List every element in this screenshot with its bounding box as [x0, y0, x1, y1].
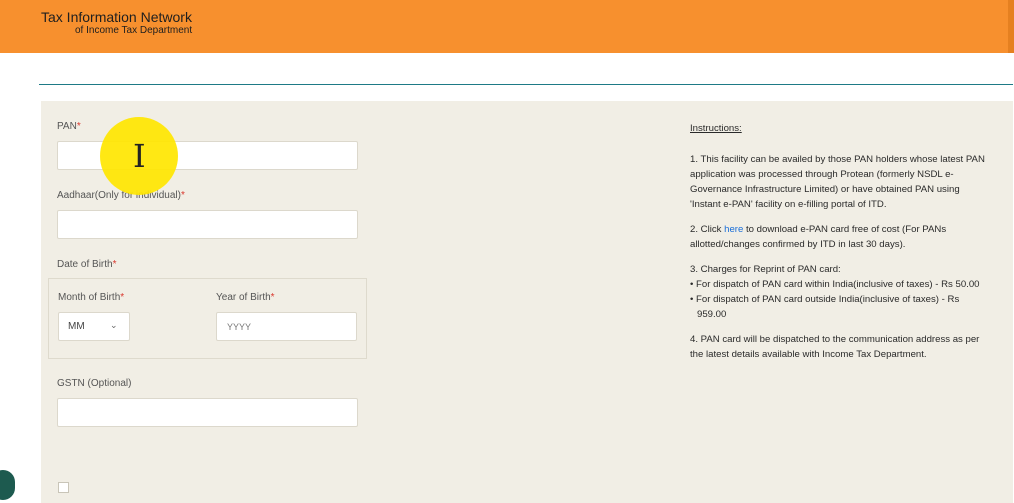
aadhaar-input[interactable]	[57, 210, 358, 239]
consent-checkbox[interactable]	[58, 482, 69, 493]
aadhaar-label-text: Aadhaar(Only for individual)	[57, 190, 181, 201]
year-input[interactable]	[216, 312, 357, 341]
consent-text-cropped	[58, 497, 1008, 503]
brand-title: Tax Information Network	[41, 9, 192, 25]
month-label: Month of Birth*	[58, 292, 124, 303]
instruction-item-2-prefix: 2. Click	[690, 224, 725, 235]
aadhaar-label: Aadhaar(Only for individual)*	[57, 190, 185, 201]
required-asterisk: *	[180, 190, 185, 201]
required-asterisk: *	[76, 121, 81, 132]
instruction-item-3: 3. Charges for Reprint of PAN card: • Fo…	[690, 262, 990, 322]
instruction-item-4: 4. PAN card will be dispatched to the co…	[690, 334, 980, 360]
section-divider	[39, 84, 1013, 85]
header-edge	[1008, 0, 1014, 53]
instruction-item-2: 2. Click here to download e-PAN card fre…	[690, 222, 990, 252]
brand-logo[interactable]: Tax Information Network of Income Tax De…	[41, 9, 192, 37]
chevron-down-icon: ⌄	[110, 320, 118, 330]
month-select[interactable]: MM ⌄	[58, 312, 130, 341]
pan-label: PAN*	[57, 121, 81, 132]
required-asterisk: *	[270, 292, 275, 303]
charge-within-india: • For dispatch of PAN card within India(…	[690, 279, 980, 290]
year-label-text: Year of Birth	[216, 292, 271, 303]
avatar[interactable]	[0, 470, 15, 500]
required-asterisk: *	[112, 259, 117, 270]
i-beam-cursor-icon: I	[133, 137, 146, 175]
site-header: Tax Information Network of Income Tax De…	[0, 0, 1014, 53]
dob-label-text: Date of Birth	[57, 259, 113, 270]
month-label-text: Month of Birth	[58, 292, 121, 303]
gstn-label: GSTN (Optional)	[57, 378, 132, 389]
instruction-item-3-title: 3. Charges for Reprint of PAN card:	[690, 264, 841, 275]
epan-download-link[interactable]: here	[724, 224, 743, 235]
year-label: Year of Birth*	[216, 292, 275, 303]
required-asterisk: *	[120, 292, 125, 303]
instructions-panel: Instructions: 1. This facility can be av…	[690, 121, 990, 372]
dob-label: Date of Birth*	[57, 259, 117, 270]
month-select-value: MM	[68, 321, 85, 332]
gstn-input[interactable]	[57, 398, 358, 427]
instruction-item-1: 1. This facility can be availed by those…	[690, 154, 985, 210]
instructions-title: Instructions:	[690, 123, 742, 134]
pan-label-text: PAN	[57, 121, 77, 132]
brand-subtitle: of Income Tax Department	[75, 25, 193, 36]
charge-outside-india: • For dispatch of PAN card outside India…	[690, 294, 960, 320]
